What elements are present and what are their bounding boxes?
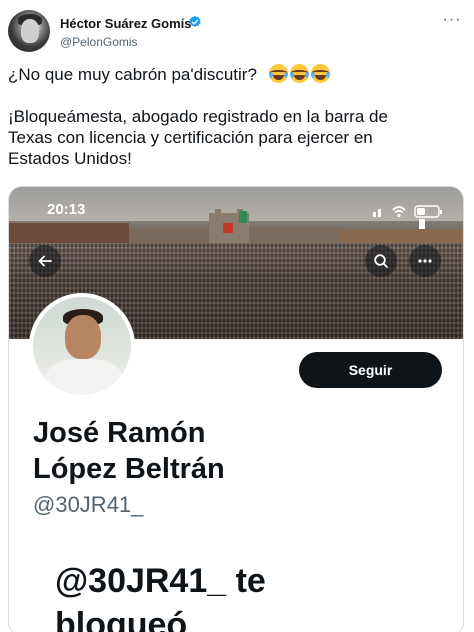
tweet-text-line: ¿No que muy cabrón pa'discutir? (8, 64, 466, 85)
follow-button[interactable]: Seguir (299, 352, 442, 388)
profile-handle: @30JR41_ (33, 492, 144, 517)
more-horizontal-icon[interactable]: ··· (442, 12, 462, 30)
profile-avatar[interactable] (29, 293, 135, 399)
face-with-tears-of-joy-icon (268, 64, 288, 83)
author-handle[interactable]: @PelonGomis (60, 35, 138, 49)
tweet-text-line: ¡Bloqueámesta, abogado registrado en la … (8, 107, 388, 126)
blocked-message: @30JR41_ te bloqueó (55, 562, 266, 632)
back-button[interactable] (29, 245, 61, 277)
face-with-tears-of-joy-icon (289, 64, 309, 83)
tweet-media-screenshot[interactable]: 20:13 Seguir José Ramón López Beltrán @3… (8, 186, 464, 632)
verified-badge-icon (189, 15, 201, 27)
author-name[interactable]: Héctor Suárez Gomís (60, 16, 192, 31)
tweet-header: Héctor Suárez Gomís @PelonGomis ··· (8, 10, 466, 58)
emoji-group (267, 64, 330, 84)
face-with-tears-of-joy-icon (310, 64, 330, 83)
back-arrow-icon (38, 255, 52, 267)
status-bar-time: 20:13 (47, 201, 86, 218)
tweet-text: ¿No que muy cabrón pa'discutir? ¡Bloqueá… (8, 64, 466, 169)
tweet-text-line: Estados Unidos! (8, 149, 132, 168)
search-button[interactable] (365, 245, 397, 277)
overflow-menu-icon (418, 259, 432, 263)
overflow-menu-button[interactable] (409, 245, 441, 277)
status-bar-icons (373, 205, 442, 218)
search-icon (374, 254, 388, 268)
tweet-text-line: Texas con licencia y certificación para … (8, 128, 373, 147)
profile-display-name: José Ramón López Beltrán (33, 417, 225, 485)
author-avatar[interactable] (8, 10, 50, 52)
